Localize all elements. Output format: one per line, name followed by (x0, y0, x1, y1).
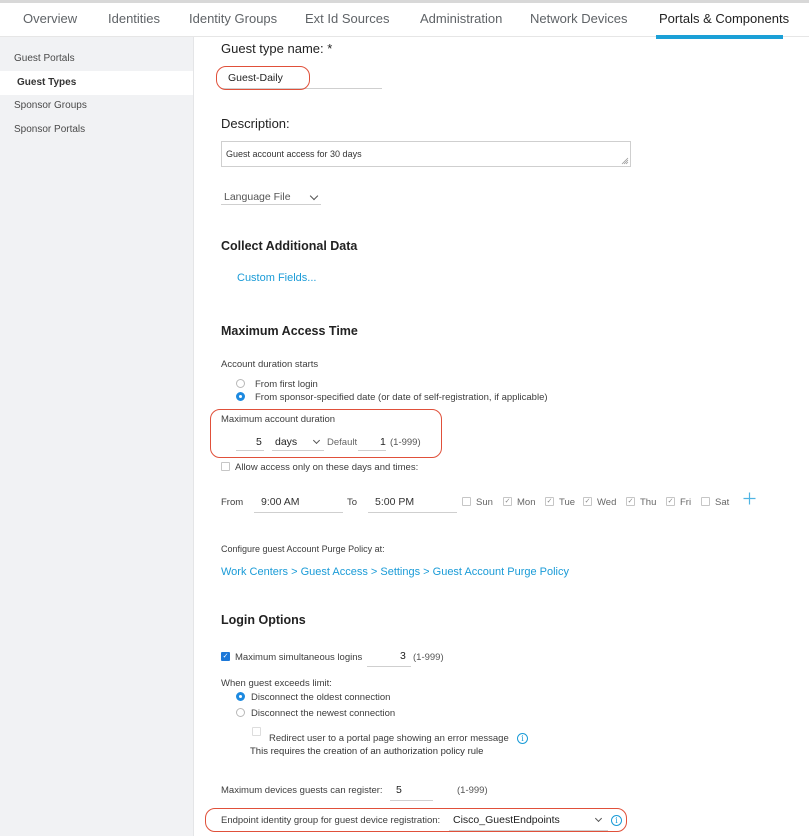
tab-administration[interactable]: Administration (420, 11, 502, 26)
radio-sponsor-date[interactable] (236, 392, 245, 401)
default-duration-value: 1 (380, 436, 386, 448)
tab-ext-id-sources[interactable]: Ext Id Sources (305, 11, 390, 26)
day-label-thu: Thu (640, 497, 657, 508)
max-access-heading: Maximum Access Time (221, 324, 358, 338)
radio-first-login[interactable] (236, 379, 245, 388)
collect-data-heading: Collect Additional Data (221, 239, 358, 253)
tab-identity-groups[interactable]: Identity Groups (189, 11, 277, 26)
radio-disconnect-newest[interactable] (236, 708, 245, 717)
description-textarea[interactable]: Guest account access for 30 days (221, 141, 631, 167)
sidebar: Guest Portals Guest Types Sponsor Groups… (0, 37, 194, 836)
language-file-label: Language File (224, 191, 291, 203)
guest-type-name-label: Guest type name: * (221, 41, 333, 56)
max-devices-label: Maximum devices guests can register: (221, 785, 383, 796)
allow-days-label: Allow access only on these days and time… (235, 462, 419, 473)
purge-policy-link[interactable]: Work Centers > Guest Access > Settings >… (221, 566, 569, 578)
sidebar-item-sponsor-groups[interactable]: Sponsor Groups (0, 94, 193, 118)
day-label-mon: Mon (517, 497, 536, 508)
to-time-value: 5:00 PM (375, 496, 415, 508)
redirect-label: Redirect user to a portal page showing a… (269, 733, 509, 744)
day-checkbox-tue[interactable]: ✓ (545, 497, 554, 506)
description-value: Guest account access for 30 days (226, 149, 362, 159)
day-label-sat: Sat (715, 497, 730, 508)
top-nav: Overview Identities Identity Groups Ext … (0, 0, 809, 39)
from-label: From (221, 497, 244, 508)
tab-portals-components[interactable]: Portals & Components (659, 11, 789, 26)
tab-overview[interactable]: Overview (23, 11, 77, 26)
radio-disconnect-newest-label: Disconnect the newest connection (251, 708, 396, 719)
allow-days-checkbox[interactable] (221, 462, 230, 471)
day-label-tue: Tue (559, 497, 576, 508)
purge-policy-label: Configure guest Account Purge Policy at: (221, 544, 385, 554)
redirect-note: This requires the creation of an authori… (250, 746, 484, 757)
plus-icon[interactable] (743, 492, 756, 505)
endpoint-group-value: Cisco_GuestEndpoints (453, 814, 560, 826)
max-logins-checkbox[interactable]: ✓ (221, 652, 230, 661)
redirect-checkbox[interactable] (252, 727, 261, 736)
max-duration-value: 5 (256, 436, 262, 448)
max-logins-value: 3 (400, 650, 406, 662)
day-label-fri: Fri (680, 497, 692, 508)
sidebar-item-sponsor-portals[interactable]: Sponsor Portals (0, 118, 193, 142)
duration-unit-value: days (275, 436, 298, 448)
custom-fields-link[interactable]: Custom Fields... (237, 272, 316, 284)
day-checkbox-sat[interactable] (701, 497, 710, 506)
radio-first-login-label: From first login (255, 379, 318, 390)
info-icon[interactable]: i (517, 733, 528, 744)
day-checkbox-wed[interactable]: ✓ (583, 497, 592, 506)
info-icon[interactable]: i (611, 815, 622, 826)
max-devices-range: (1-999) (457, 785, 488, 796)
tab-identities[interactable]: Identities (108, 11, 160, 26)
default-range: (1-999) (390, 437, 421, 448)
day-checkbox-thu[interactable]: ✓ (626, 497, 635, 506)
sidebar-item-guest-portals[interactable]: Guest Portals (0, 47, 193, 71)
resize-handle-icon[interactable] (621, 157, 629, 165)
to-label: To (347, 497, 358, 508)
max-logins-label: Maximum simultaneous logins (235, 652, 363, 663)
guest-type-form: Guest type name: * Guest-Daily Descripti… (194, 37, 809, 836)
max-logins-range: (1-999) (413, 652, 444, 663)
guest-type-name-value: Guest-Daily (228, 72, 283, 84)
radio-disconnect-oldest-label: Disconnect the oldest connection (251, 692, 391, 703)
day-checkbox-fri[interactable]: ✓ (666, 497, 675, 506)
max-devices-value: 5 (396, 784, 402, 796)
sidebar-item-guest-types[interactable]: Guest Types (0, 71, 193, 95)
exceeds-limit-label: When guest exceeds limit: (221, 678, 332, 689)
day-label-wed: Wed (597, 497, 617, 508)
tab-network-devices[interactable]: Network Devices (530, 11, 628, 26)
description-label: Description: (221, 116, 290, 131)
radio-sponsor-date-label: From sponsor-specified date (or date of … (255, 392, 548, 403)
duration-starts-label: Account duration starts (221, 359, 319, 370)
day-checkbox-sun[interactable] (462, 497, 471, 506)
endpoint-group-label: Endpoint identity group for guest device… (221, 815, 441, 826)
radio-disconnect-oldest[interactable] (236, 692, 245, 701)
from-time-value: 9:00 AM (261, 496, 300, 508)
login-options-heading: Login Options (221, 613, 306, 627)
day-checkbox-mon[interactable]: ✓ (503, 497, 512, 506)
max-duration-label: Maximum account duration (221, 414, 336, 425)
default-label: Default (327, 437, 358, 448)
day-label-sun: Sun (476, 497, 493, 508)
